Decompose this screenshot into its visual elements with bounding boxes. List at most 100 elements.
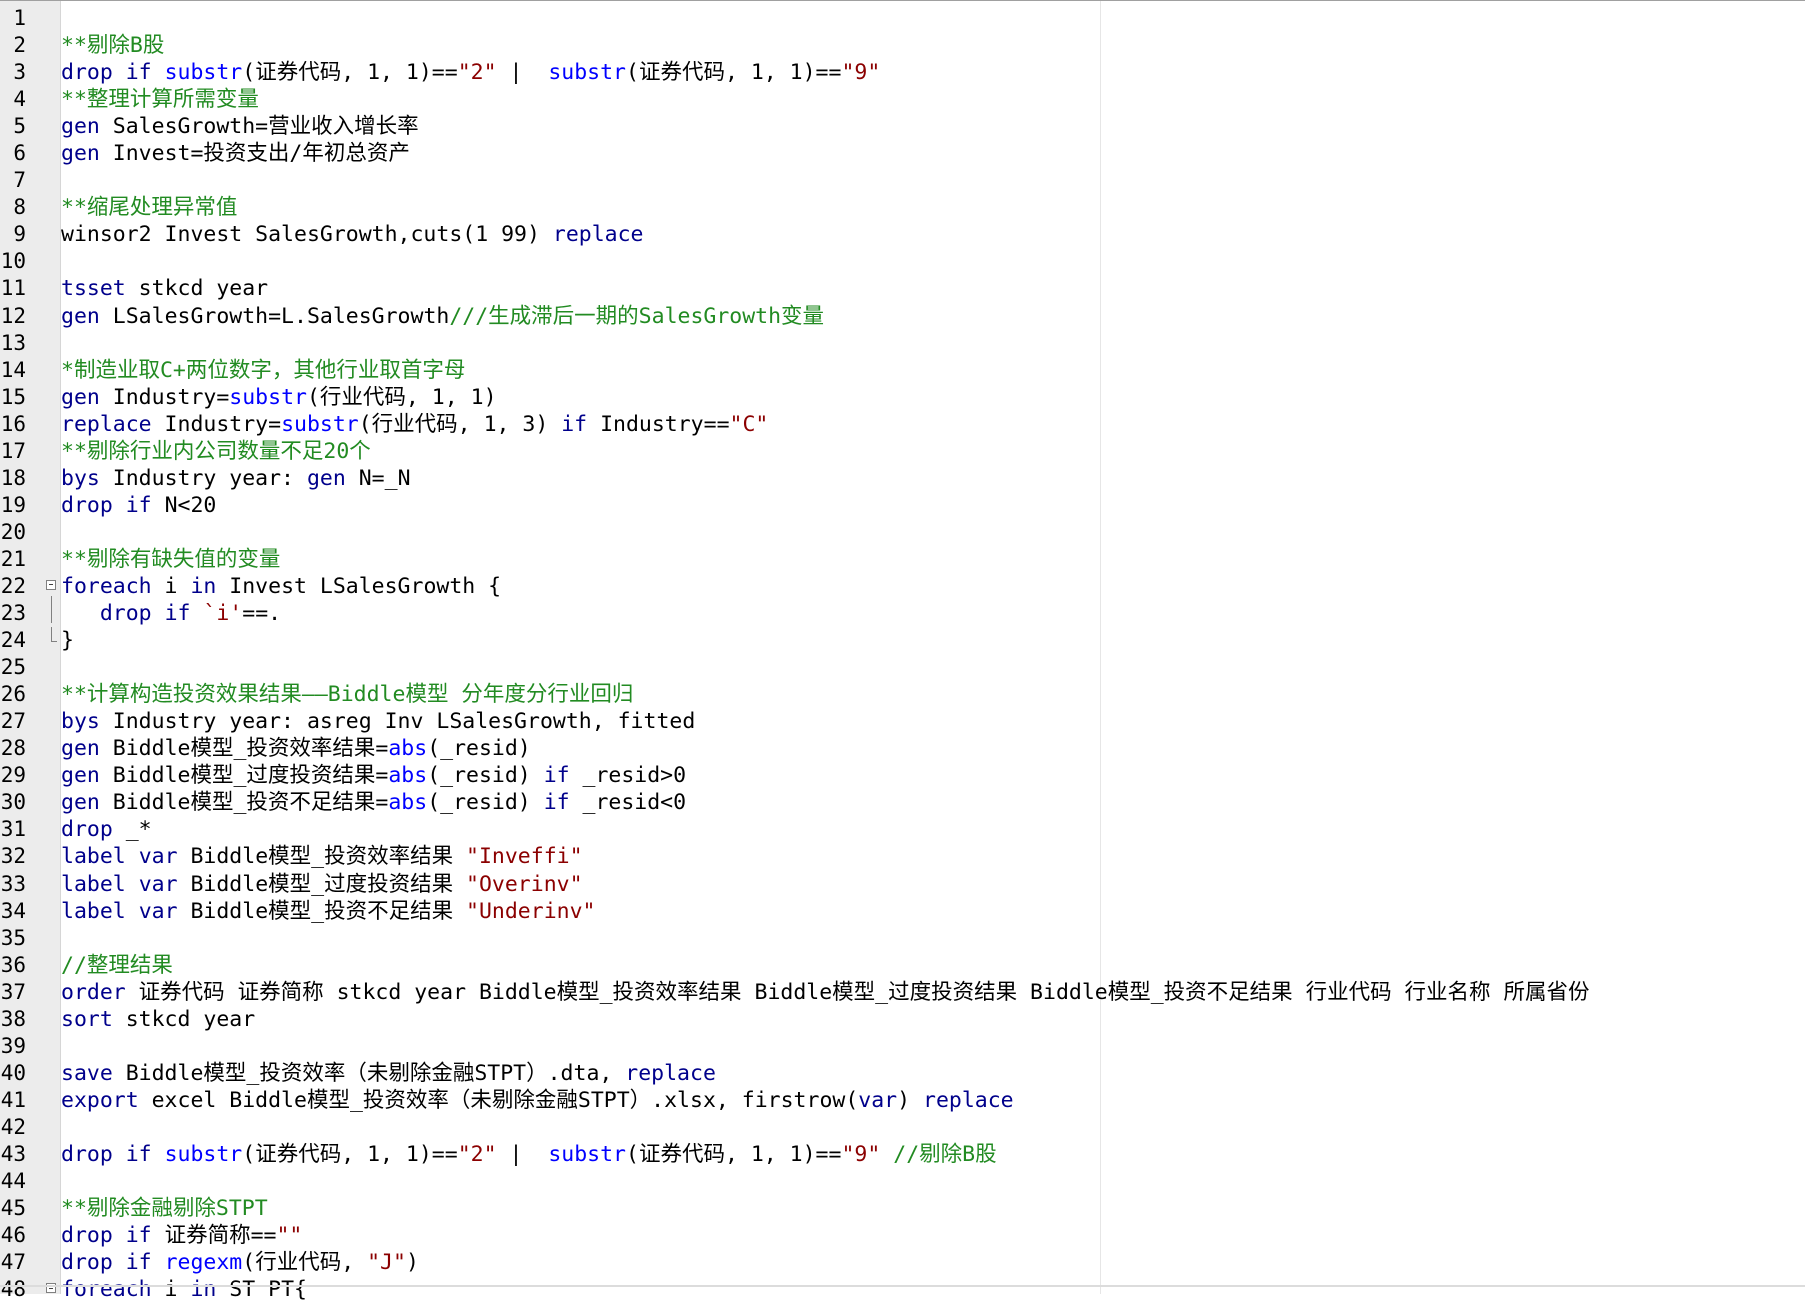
code-text[interactable]: replace Industry=substr(行业代码, 1, 3) if I…	[61, 411, 768, 438]
code-line[interactable]: 44	[0, 1168, 1805, 1195]
code-text[interactable]: **计算构造投资效果结果——Biddle模型 分年度分行业回归	[61, 681, 633, 708]
code-line[interactable]: 26 **计算构造投资效果结果——Biddle模型 分年度分行业回归	[0, 681, 1805, 708]
code-line[interactable]: 3 drop if substr(证券代码, 1, 1)=="2" | subst…	[0, 59, 1805, 86]
code-line[interactable]: 22 foreach i in Invest LSalesGrowth {	[0, 573, 1805, 600]
fold-toggle-icon[interactable]	[46, 579, 56, 590]
code-line[interactable]: 47 drop if regexm(行业代码, "J")	[0, 1249, 1805, 1276]
line-number: 7	[13, 168, 26, 193]
code-text[interactable]: export excel Biddle模型_投资效率（未剔除金融STPT）.xl…	[61, 1087, 1014, 1114]
code-line[interactable]: 1	[0, 5, 1805, 32]
code-line[interactable]: 14 *制造业取C+两位数字，其他行业取首字母	[0, 357, 1805, 384]
code-text[interactable]: **剔除B股	[61, 32, 164, 59]
code-line[interactable]: 41 export excel Biddle模型_投资效率（未剔除金融STPT）.…	[0, 1087, 1805, 1114]
code-line[interactable]: 34 label var Biddle模型_投资不足结果 "Underinv"	[0, 898, 1805, 925]
code-text[interactable]: gen Biddle模型_投资不足结果=abs(_resid) if _resi…	[61, 789, 686, 816]
code-line[interactable]: 40 save Biddle模型_投资效率（未剔除金融STPT）.dta, rep…	[0, 1060, 1805, 1087]
code-text[interactable]: drop if 证券简称==""	[61, 1222, 302, 1249]
code-line[interactable]: 30 gen Biddle模型_投资不足结果=abs(_resid) if _re…	[0, 789, 1805, 816]
code-line[interactable]: 25	[0, 654, 1805, 681]
code-text[interactable]: bys Industry year: gen N=_N	[61, 465, 411, 492]
code-line[interactable]: 4 **整理计算所需变量	[0, 86, 1805, 113]
code-line[interactable]: 39	[0, 1033, 1805, 1060]
code-line[interactable]: 46 drop if 证券简称==""	[0, 1222, 1805, 1249]
code-lines[interactable]: 1 2 **剔除B股 3 drop if substr(证券代码, 1, 1)=="2"…	[0, 5, 1805, 1303]
code-text[interactable]: drop if substr(证券代码, 1, 1)=="2" | substr…	[61, 1141, 997, 1168]
code-text[interactable]: //整理结果	[61, 952, 173, 979]
code-text[interactable]: drop if substr(证券代码, 1, 1)=="2" | substr…	[61, 59, 880, 86]
code-text[interactable]: foreach i in ST PT{	[61, 1276, 307, 1303]
code-line[interactable]: 5 gen SalesGrowth=营业收入增长率	[0, 113, 1805, 140]
code-line[interactable]: 2 **剔除B股	[0, 32, 1805, 59]
code-text[interactable]: bys Industry year: asreg Inv LSalesGrowt…	[61, 708, 695, 735]
code-line[interactable]: 20	[0, 519, 1805, 546]
text-token: (行业代码,	[242, 1250, 368, 1276]
code-line[interactable]: 15 gen Industry=substr(行业代码, 1, 1)	[0, 384, 1805, 411]
code-text[interactable]: tsset stkcd year	[61, 275, 268, 302]
code-text[interactable]: **剔除行业内公司数量不足20个	[61, 438, 371, 465]
code-line[interactable]: 29 gen Biddle模型_过度投资结果=abs(_resid) if _re…	[0, 762, 1805, 789]
code-text[interactable]: **整理计算所需变量	[61, 86, 259, 113]
code-line[interactable]: 27 bys Industry year: asreg Inv LSalesGro…	[0, 708, 1805, 735]
code-line[interactable]: 37 order 证券代码 证券简称 stkcd year Biddle模型_投资…	[0, 979, 1805, 1006]
code-text[interactable]: gen Biddle模型_投资效率结果=abs(_resid)	[61, 735, 531, 762]
code-text[interactable]: **剔除有缺失值的变量	[61, 546, 280, 573]
text-token: Industry year: asreg Inv LSalesGrowth, f…	[99, 709, 696, 735]
code-line[interactable]: 23 drop if `i'==.	[0, 596, 1805, 627]
code-line[interactable]: 16 replace Industry=substr(行业代码, 1, 3) if…	[0, 411, 1805, 438]
code-text[interactable]: gen LSalesGrowth=L.SalesGrowth///生成滞后一期的…	[61, 303, 824, 330]
code-text[interactable]: foreach i in Invest LSalesGrowth {	[61, 573, 501, 600]
code-text[interactable]: gen SalesGrowth=营业收入增长率	[61, 113, 419, 140]
code-line[interactable]: 43 drop if substr(证券代码, 1, 1)=="2" | subs…	[0, 1141, 1805, 1168]
code-line[interactable]: 36 //整理结果	[0, 952, 1805, 979]
code-line[interactable]: 8 **缩尾处理异常值	[0, 194, 1805, 221]
line-number: 1	[13, 6, 26, 30]
code-line[interactable]: 31 drop _*	[0, 816, 1805, 843]
code-text[interactable]: **缩尾处理异常值	[61, 194, 237, 221]
code-line[interactable]: 28 gen Biddle模型_投资效率结果=abs(_resid)	[0, 735, 1805, 762]
code-editor[interactable]: 1 2 **剔除B股 3 drop if substr(证券代码, 1, 1)=="2"…	[0, 0, 1805, 1302]
code-line[interactable]: 7	[0, 167, 1805, 194]
code-line[interactable]: 10	[0, 248, 1805, 275]
code-text[interactable]: drop if N<20	[61, 492, 216, 519]
code-text[interactable]: **剔除金融剔除STPT	[61, 1195, 268, 1222]
code-text[interactable]: }	[61, 627, 74, 654]
code-text[interactable]: *制造业取C+两位数字，其他行业取首字母	[61, 357, 465, 384]
code-line[interactable]: 18 bys Industry year: gen N=_N	[0, 465, 1805, 492]
code-text[interactable]: label var Biddle模型_投资效率结果 "Inveffi"	[61, 843, 583, 870]
code-line[interactable]: 17 **剔除行业内公司数量不足20个	[0, 438, 1805, 465]
code-line[interactable]: 12 gen LSalesGrowth=L.SalesGrowth///生成滞后一…	[0, 303, 1805, 330]
code-line[interactable]: 19 drop if N<20	[0, 492, 1805, 519]
code-line[interactable]: 45 **剔除金融剔除STPT	[0, 1195, 1805, 1222]
code-text[interactable]: save Biddle模型_投资效率（未剔除金融STPT）.dta, repla…	[61, 1060, 716, 1087]
code-line[interactable]: 6 gen Invest=投资支出/年初总资产	[0, 140, 1805, 167]
code-text[interactable]: gen Invest=投资支出/年初总资产	[61, 140, 410, 167]
code-text[interactable]: gen Industry=substr(行业代码, 1, 1)	[61, 384, 497, 411]
code-text[interactable]: drop _*	[61, 816, 152, 843]
keyword-token: if	[561, 411, 588, 437]
text-token: stkcd year	[112, 1006, 256, 1032]
code-line[interactable]: 35	[0, 925, 1805, 952]
code-text[interactable]: winsor2 Invest SalesGrowth,cuts(1 99) re…	[61, 221, 644, 248]
code-line[interactable]: 42	[0, 1114, 1805, 1141]
code-line[interactable]: 24}	[0, 627, 1805, 654]
line-number: 45	[0, 1196, 26, 1221]
code-text[interactable]: drop if regexm(行业代码, "J")	[61, 1249, 419, 1276]
code-line[interactable]: 21 **剔除有缺失值的变量	[0, 546, 1805, 573]
text-token: (_resid)	[427, 790, 544, 816]
code-text[interactable]: label var Biddle模型_投资不足结果 "Underinv"	[61, 898, 595, 925]
code-line[interactable]: 32 label var Biddle模型_投资效率结果 "Inveffi"	[0, 843, 1805, 870]
code-line[interactable]: 38 sort stkcd year	[0, 1006, 1805, 1033]
text-token: (证券代码, 1, 1)==	[626, 1141, 842, 1167]
code-text[interactable]: sort stkcd year	[61, 1006, 255, 1033]
line-number: 5	[13, 114, 26, 139]
code-text[interactable]: gen Biddle模型_过度投资结果=abs(_resid) if _resi…	[61, 762, 686, 789]
code-text[interactable]: label var Biddle模型_过度投资结果 "Overinv"	[61, 871, 583, 898]
code-line[interactable]: 11 tsset stkcd year	[0, 275, 1805, 302]
code-line[interactable]: 9 winsor2 Invest SalesGrowth,cuts(1 99) r…	[0, 221, 1805, 248]
code-line[interactable]: 13	[0, 330, 1805, 357]
code-text[interactable]: drop if `i'==.	[61, 600, 281, 627]
code-line[interactable]: 48 foreach i in ST PT{	[0, 1276, 1805, 1303]
code-line[interactable]: 33 label var Biddle模型_过度投资结果 "Overinv"	[0, 871, 1805, 898]
code-text[interactable]: order 证券代码 证券简称 stkcd year Biddle模型_投资效率…	[61, 979, 1590, 1006]
